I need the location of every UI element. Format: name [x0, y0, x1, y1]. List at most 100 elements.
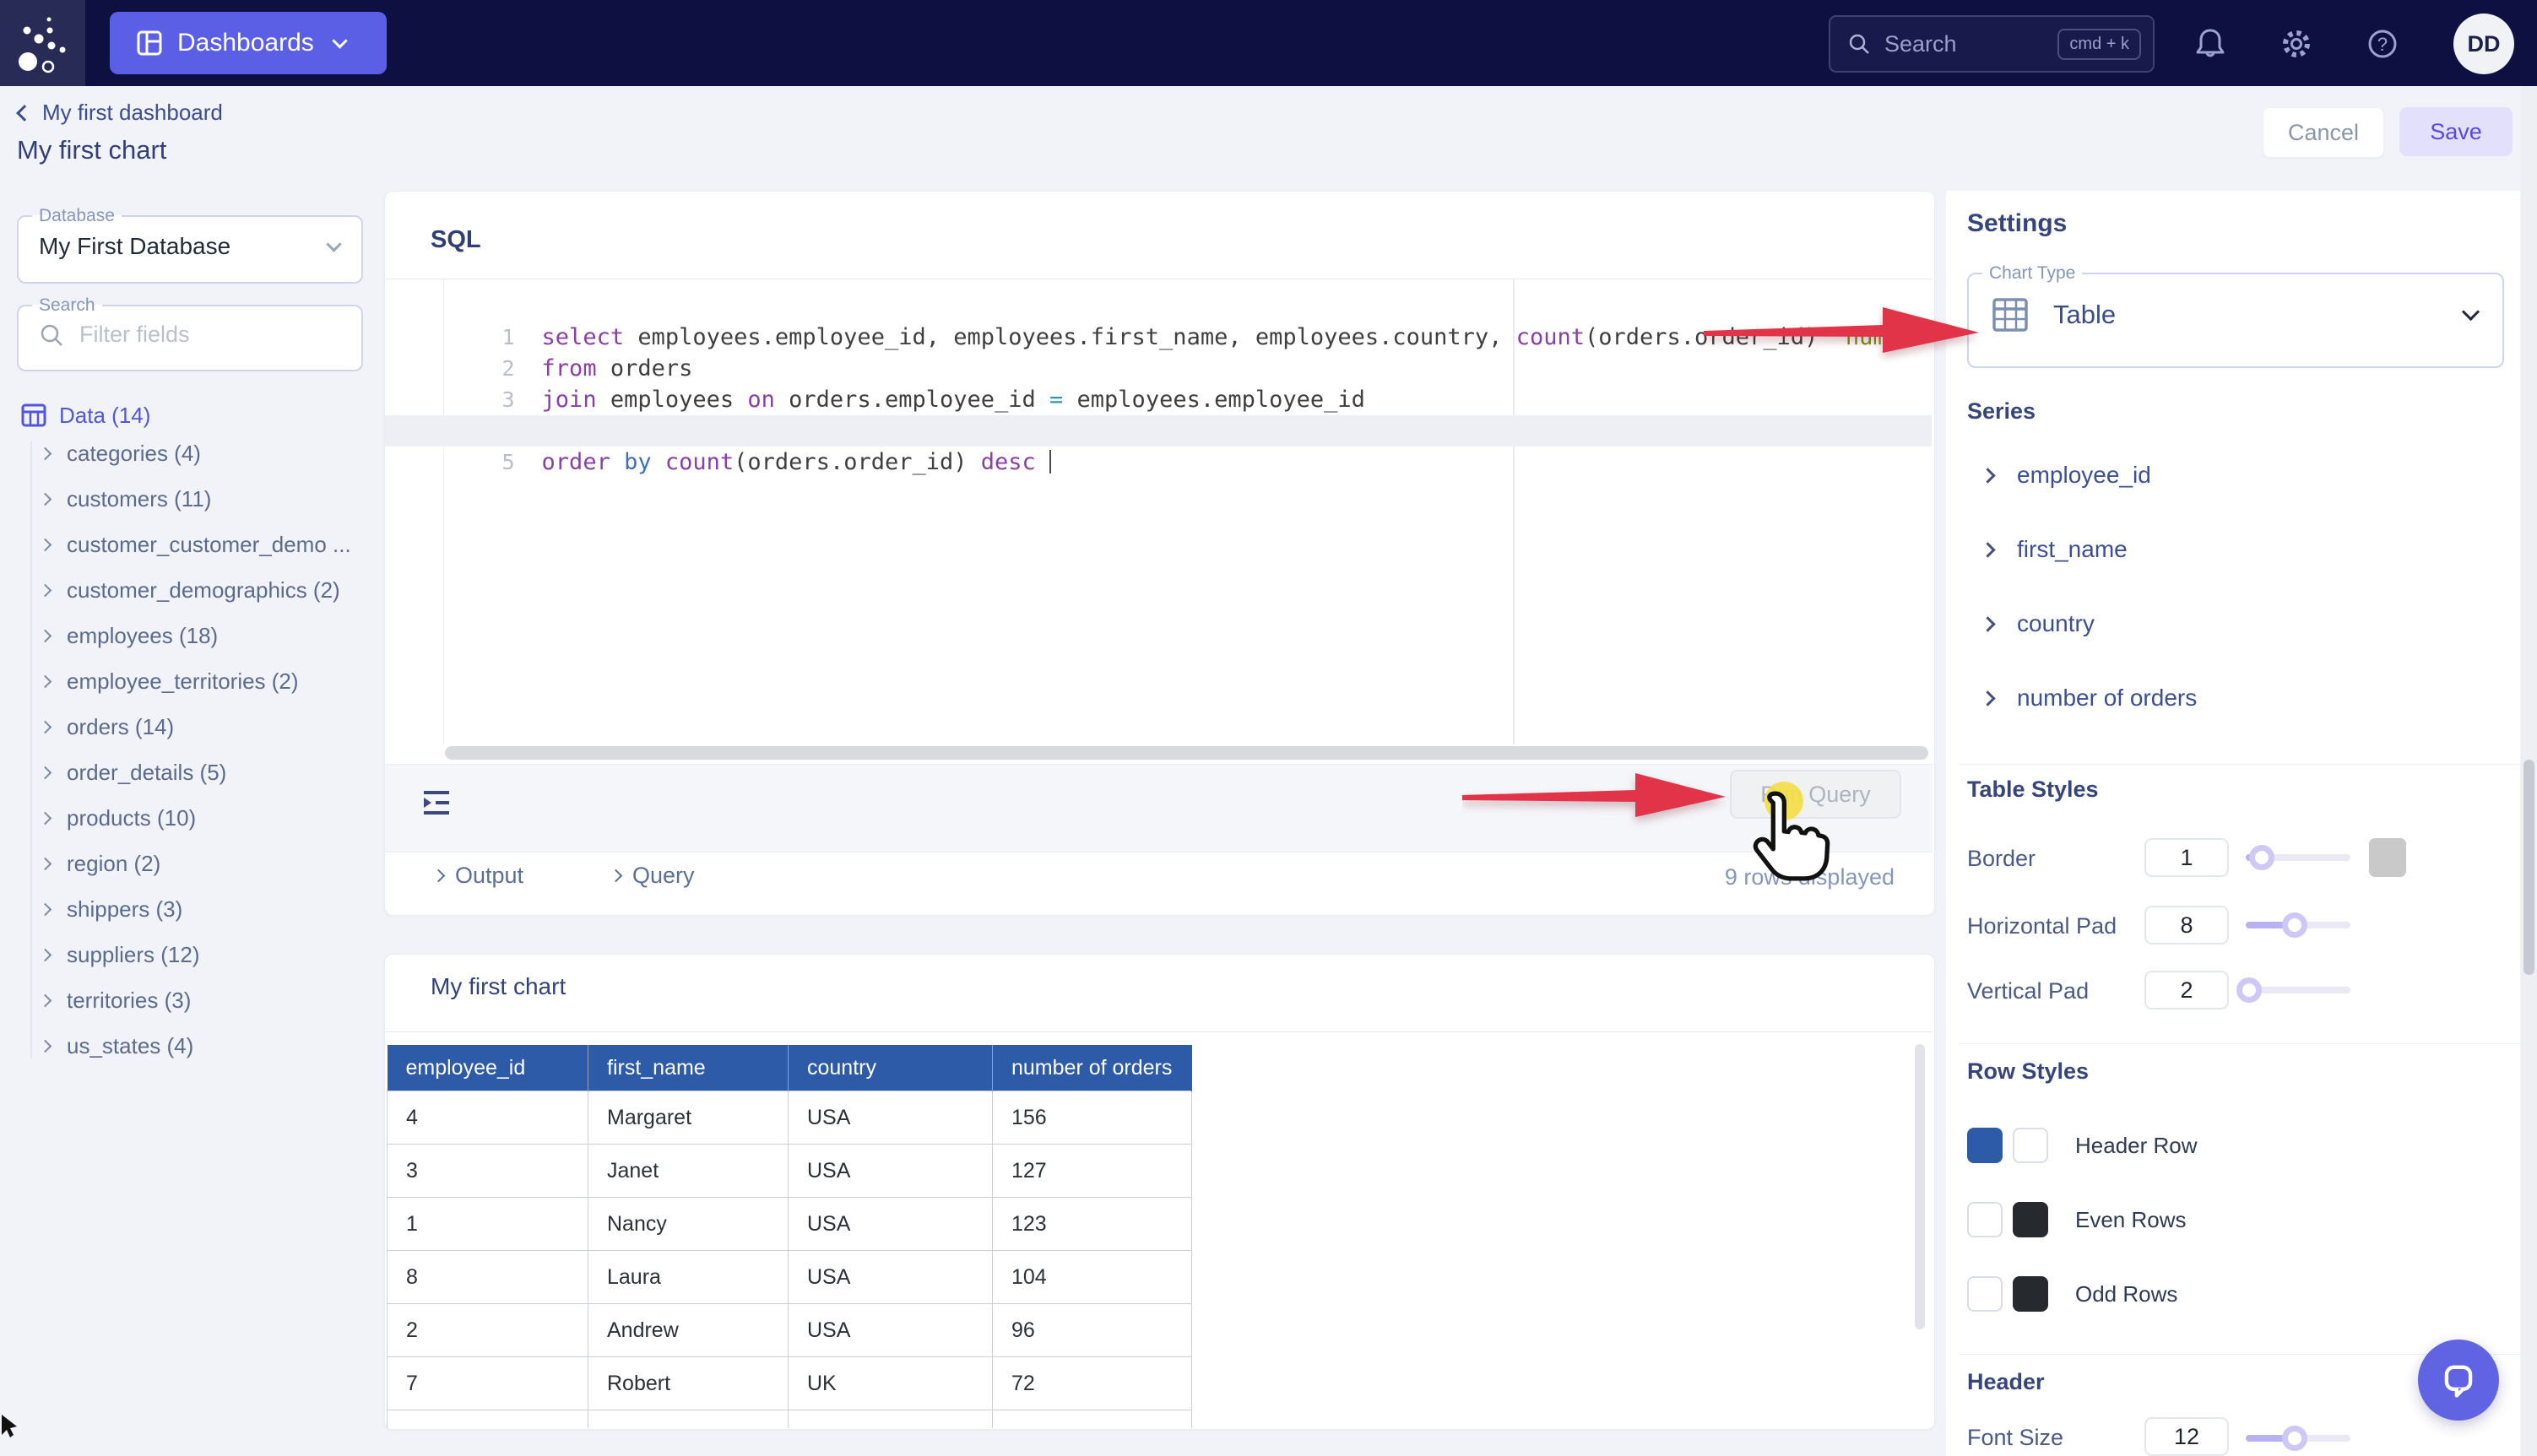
- sql-code-editor[interactable]: 1select employees.employee_id, employees…: [385, 290, 1932, 744]
- series-item[interactable]: country: [1982, 601, 2489, 647]
- table-cell: Andrew: [588, 1304, 789, 1357]
- chevron-right-icon: [39, 811, 52, 825]
- horizontal-pad-slider[interactable]: [2246, 922, 2350, 928]
- sidebar-table-item[interactable]: customer_customer_demo ...: [41, 522, 378, 567]
- row-style-color-swatch[interactable]: [1967, 1202, 2003, 1237]
- column-header[interactable]: country: [789, 1045, 993, 1091]
- dashboards-menu-button[interactable]: Dashboards: [110, 12, 387, 74]
- sidebar-table-item[interactable]: territories (3): [41, 977, 378, 1023]
- cancel-button[interactable]: Cancel: [2263, 107, 2384, 158]
- row-style-label: Header Row: [2075, 1133, 2198, 1159]
- table-cell: 1: [388, 1198, 588, 1251]
- app-logo[interactable]: [0, 0, 85, 86]
- border-color-swatch[interactable]: [2369, 838, 2406, 877]
- global-search[interactable]: cmd + k: [1829, 15, 2155, 73]
- row-style-label: Even Rows: [2075, 1207, 2187, 1233]
- column-header[interactable]: employee_id: [388, 1045, 588, 1091]
- sidebar-table-item[interactable]: us_states (4): [41, 1023, 378, 1069]
- slider-handle[interactable]: [2282, 912, 2307, 938]
- horizontal-pad-input[interactable]: [2144, 906, 2229, 945]
- query-section-toggle[interactable]: Query: [611, 863, 695, 889]
- settings-gear-icon[interactable]: [2278, 25, 2315, 62]
- code-line[interactable]: 2from orders: [385, 322, 1932, 353]
- row-style-color-swatch[interactable]: [2013, 1276, 2048, 1312]
- border-slider[interactable]: [2246, 854, 2350, 861]
- sidebar-table-item[interactable]: order_details (5): [41, 750, 378, 795]
- series-item[interactable]: first_name: [1982, 527, 2489, 572]
- code-line[interactable]: 5order by count(orders.order_id) desc: [385, 415, 1932, 447]
- table-vertical-scrollbar[interactable]: [1915, 1044, 1925, 1329]
- sidebar-table-item[interactable]: products (10): [41, 795, 378, 841]
- table-cell: 8: [388, 1251, 588, 1304]
- column-header[interactable]: number of orders: [993, 1045, 1192, 1091]
- table-name-label: suppliers (12): [67, 942, 200, 968]
- format-code-icon[interactable]: [420, 787, 453, 819]
- series-label: number of orders: [2017, 685, 2197, 712]
- series-item[interactable]: employee_id: [1982, 452, 2489, 498]
- row-style-color-swatch[interactable]: [1967, 1128, 2003, 1163]
- table-grid-icon: [20, 402, 47, 429]
- column-header[interactable]: first_name: [588, 1045, 789, 1091]
- search-icon: [1847, 32, 1871, 56]
- table-name-label: employee_territories (2): [67, 668, 299, 695]
- support-chat-button[interactable]: [2418, 1340, 2499, 1421]
- slider-handle[interactable]: [2249, 845, 2274, 870]
- sidebar-table-item[interactable]: customer_demographics (2): [41, 567, 378, 613]
- notifications-bell-icon[interactable]: [2192, 25, 2229, 62]
- sidebar-table-item[interactable]: customers (11): [41, 476, 378, 522]
- border-input[interactable]: [2144, 838, 2229, 877]
- table-cell: UK: [789, 1410, 993, 1429]
- run-query-button[interactable]: Run Query: [1730, 770, 1901, 819]
- table-cell: UK: [789, 1357, 993, 1410]
- settings-heading: Settings: [1967, 209, 2067, 238]
- slider-handle[interactable]: [2236, 977, 2262, 1003]
- sidebar-table-item[interactable]: region (2): [41, 841, 378, 886]
- fields-filter-input[interactable]: [78, 321, 317, 349]
- code-line[interactable]: 1select employees.employee_id, employees…: [385, 290, 1932, 322]
- breadcrumb-back-link[interactable]: My first dashboard: [19, 100, 223, 126]
- code-line[interactable]: 3join employees on orders.employee_id = …: [385, 353, 1932, 384]
- font-size-label: Font Size: [1967, 1425, 2063, 1451]
- result-table: employee_idfirst_namecountrynumber of or…: [387, 1045, 1192, 1428]
- chevron-right-icon: [39, 857, 52, 870]
- sidebar-table-item[interactable]: employees (18): [41, 613, 378, 658]
- series-item[interactable]: number of orders: [1982, 675, 2489, 721]
- logo-dots-icon: [0, 0, 85, 86]
- database-select[interactable]: Database My First Database: [17, 206, 363, 284]
- slider-handle[interactable]: [2282, 1426, 2307, 1451]
- table-row: 7RobertUK72: [388, 1357, 1192, 1410]
- sidebar-table-item[interactable]: categories (4): [41, 430, 378, 476]
- row-style-color-swatch[interactable]: [1967, 1276, 2003, 1312]
- series-label: first_name: [2017, 536, 2128, 563]
- data-tree-root[interactable]: Data (14): [20, 402, 150, 429]
- sidebar-table-item[interactable]: employee_territories (2): [41, 658, 378, 704]
- chat-bubble-icon: [2437, 1358, 2480, 1402]
- global-search-input[interactable]: [1883, 30, 2057, 58]
- chart-type-select[interactable]: Chart Type Table: [1967, 263, 2504, 368]
- sidebar-table-item[interactable]: suppliers (12): [41, 932, 378, 977]
- row-style-color-swatch[interactable]: [2013, 1202, 2048, 1237]
- output-section-toggle[interactable]: Output: [434, 863, 523, 889]
- chevron-right-icon: [1980, 616, 1995, 631]
- fields-filter[interactable]: Search: [17, 295, 363, 371]
- vertical-pad-slider[interactable]: [2246, 987, 2350, 993]
- editor-horizontal-scrollbar[interactable]: [445, 746, 1928, 760]
- sidebar-table-item[interactable]: orders (14): [41, 704, 378, 750]
- save-button[interactable]: Save: [2399, 107, 2513, 156]
- font-size-slider[interactable]: [2246, 1435, 2350, 1442]
- table-cell: 67: [993, 1410, 1192, 1429]
- help-icon[interactable]: ?: [2364, 25, 2401, 62]
- vertical-pad-input[interactable]: [2144, 971, 2229, 1009]
- code-line[interactable]: 4group by employees.employee_id, employe…: [385, 384, 1932, 415]
- row-style-color-swatch[interactable]: [2013, 1128, 2048, 1163]
- app-window: Dashboards cmd + k ? DD My first dashbo: [0, 0, 2537, 1456]
- page-scrollbar-thumb[interactable]: [2523, 760, 2534, 975]
- sidebar-table-item[interactable]: shippers (3): [41, 886, 378, 932]
- table-name-label: categories (4): [67, 441, 201, 467]
- table-row: 4MargaretUSA156: [388, 1091, 1192, 1145]
- user-avatar[interactable]: DD: [2453, 14, 2514, 74]
- table-name-label: territories (3): [67, 988, 191, 1014]
- result-table-wrapper: employee_idfirst_namecountrynumber of or…: [387, 1045, 1195, 1428]
- chevron-down-icon: [326, 236, 341, 252]
- font-size-input[interactable]: [2144, 1417, 2229, 1456]
